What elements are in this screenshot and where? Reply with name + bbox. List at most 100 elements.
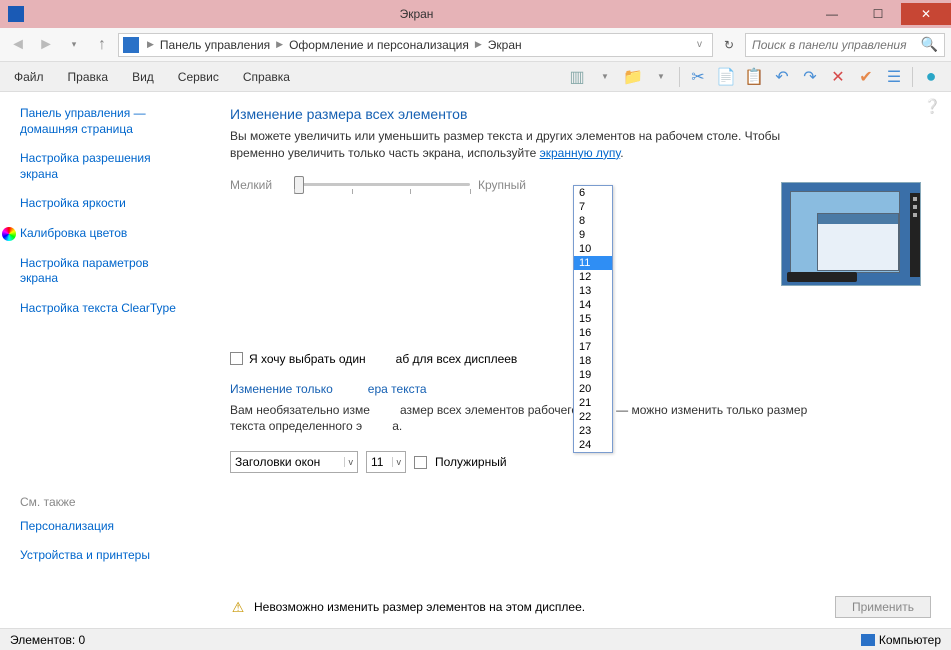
font-size-option[interactable]: 16 xyxy=(574,326,612,340)
heading-resize-all: Изменение размера всех элементов xyxy=(230,106,931,122)
font-size-value: 11 xyxy=(371,455,383,469)
menu-service[interactable]: Сервис xyxy=(174,67,223,87)
font-size-option[interactable]: 17 xyxy=(574,340,612,354)
font-size-option[interactable]: 10 xyxy=(574,242,612,256)
menu-edit[interactable]: Правка xyxy=(64,67,113,87)
breadcrumb-dropdown-icon[interactable]: v xyxy=(691,39,708,50)
statusbar: Элементов: 0 Компьютер xyxy=(0,628,951,650)
text-only-description: Вам необязательно изме азмер всех элемен… xyxy=(230,402,830,436)
chevron-right-icon: ▶ xyxy=(272,39,287,50)
slider-label-large: Крупный xyxy=(478,178,526,192)
dropdown-chevron-icon[interactable]: ▼ xyxy=(595,67,615,87)
font-size-option[interactable]: 12 xyxy=(574,270,612,284)
cut-icon[interactable]: ✂ xyxy=(688,67,708,87)
font-size-option[interactable]: 22 xyxy=(574,410,612,424)
search-input[interactable] xyxy=(752,38,921,52)
font-size-option[interactable]: 9 xyxy=(574,228,612,242)
breadcrumb-item[interactable]: Экран xyxy=(486,38,524,52)
font-size-option[interactable]: 11 xyxy=(574,256,612,270)
undo-icon[interactable]: ↶ xyxy=(772,67,792,87)
check-icon[interactable]: ✔ xyxy=(856,67,876,87)
redo-icon[interactable]: ↷ xyxy=(800,67,820,87)
copy-icon[interactable]: 📄 xyxy=(716,67,736,87)
font-size-option[interactable]: 20 xyxy=(574,382,612,396)
font-size-option[interactable]: 21 xyxy=(574,396,612,410)
window-title: Экран xyxy=(24,7,809,21)
sidebar-personalization[interactable]: Персонализация xyxy=(20,519,210,535)
apply-button[interactable]: Применить xyxy=(835,596,931,618)
nav-history-dropdown[interactable]: ▾ xyxy=(62,33,86,57)
navbar: ◄ ► ▾ ↑ ▶ Панель управления ▶ Оформление… xyxy=(0,28,951,62)
search-icon[interactable]: 🔍 xyxy=(921,36,938,53)
menu-file[interactable]: Файл xyxy=(10,67,48,87)
dropdown-chevron-icon[interactable]: ▼ xyxy=(651,67,671,87)
menu-view[interactable]: Вид xyxy=(128,67,158,87)
maximize-button[interactable]: ☐ xyxy=(855,3,901,25)
font-size-option[interactable]: 6 xyxy=(574,186,612,200)
font-size-option[interactable]: 23 xyxy=(574,424,612,438)
app-icon xyxy=(8,6,24,22)
chevron-down-icon: v xyxy=(344,457,354,467)
delete-icon[interactable]: ✕ xyxy=(828,67,848,87)
minimize-button[interactable]: — xyxy=(809,3,855,25)
sidebar-display-params[interactable]: Настройка параметровэкрана xyxy=(20,256,200,287)
warning-icon: ⚠ xyxy=(230,599,246,615)
description-text: Вы можете увеличить или уменьшить размер… xyxy=(230,128,830,162)
single-scale-checkbox[interactable] xyxy=(230,352,243,365)
magnifier-link[interactable]: экранную лупу xyxy=(540,146,621,160)
properties-icon[interactable]: ☰ xyxy=(884,67,904,87)
chevron-right-icon: ▶ xyxy=(143,39,158,50)
color-wheel-icon xyxy=(2,227,16,241)
font-size-option[interactable]: 13 xyxy=(574,284,612,298)
sidebar: Панель управления —домашняя страница Нас… xyxy=(0,92,210,628)
titlebar: Экран — ☐ ✕ xyxy=(0,0,951,28)
separator xyxy=(679,67,680,87)
font-size-option[interactable]: 15 xyxy=(574,312,612,326)
menu-help[interactable]: Справка xyxy=(239,67,294,87)
refresh-button[interactable]: ↻ xyxy=(717,33,741,57)
font-size-dropdown-list[interactable]: 6789101112131415161718192021222324 xyxy=(573,185,613,453)
status-right: Компьютер xyxy=(879,633,941,647)
globe-icon[interactable]: ● xyxy=(921,67,941,87)
font-size-option[interactable]: 24 xyxy=(574,438,612,452)
sidebar-home[interactable]: Панель управления —домашняя страница xyxy=(20,106,200,137)
folder-icon[interactable]: 📁 xyxy=(623,67,643,87)
sidebar-resolution[interactable]: Настройка разрешенияэкрана xyxy=(20,151,200,182)
nav-up-button[interactable]: ↑ xyxy=(90,33,114,57)
sidebar-devices[interactable]: Устройства и принтеры xyxy=(20,548,210,564)
sidebar-color-calibration[interactable]: Калибровка цветов xyxy=(20,226,200,242)
close-button[interactable]: ✕ xyxy=(901,3,951,25)
breadcrumb[interactable]: ▶ Панель управления ▶ Оформление и персо… xyxy=(118,33,713,57)
paste-icon[interactable]: 📋 xyxy=(744,67,764,87)
element-select-value: Заголовки окон xyxy=(235,455,320,469)
font-size-option[interactable]: 7 xyxy=(574,200,612,214)
panes-icon[interactable]: ▥ xyxy=(567,67,587,87)
preview-image xyxy=(781,182,921,286)
breadcrumb-item[interactable]: Панель управления xyxy=(158,38,272,52)
control-panel-icon xyxy=(123,37,139,53)
nav-forward-button[interactable]: ► xyxy=(34,33,58,57)
slider-label-small: Мелкий xyxy=(230,178,286,192)
font-size-option[interactable]: 8 xyxy=(574,214,612,228)
status-left: Элементов: 0 xyxy=(10,633,85,647)
menubar: Файл Правка Вид Сервис Справка ▥ ▼ 📁 ▼ ✂… xyxy=(0,62,951,92)
bold-checkbox[interactable] xyxy=(414,456,427,469)
bold-label: Полужирный xyxy=(435,455,507,469)
main-content: Изменение размера всех элементов Вы може… xyxy=(210,92,951,628)
breadcrumb-item[interactable]: Оформление и персонализация xyxy=(287,38,471,52)
font-size-option[interactable]: 14 xyxy=(574,298,612,312)
font-size-option[interactable]: 18 xyxy=(574,354,612,368)
nav-back-button[interactable]: ◄ xyxy=(6,33,30,57)
separator xyxy=(912,67,913,87)
font-size-select[interactable]: 11 v xyxy=(366,451,406,473)
chevron-down-icon: v xyxy=(392,457,402,467)
sidebar-brightness[interactable]: Настройка яркости xyxy=(20,196,200,212)
element-select[interactable]: Заголовки окон v xyxy=(230,451,358,473)
chevron-right-icon: ▶ xyxy=(471,39,486,50)
checkbox-label: Я хочу выбрать один аб для всех дисплеев xyxy=(249,352,517,366)
search-box[interactable]: 🔍 xyxy=(745,33,945,57)
see-also-header: См. также xyxy=(20,495,210,509)
font-size-option[interactable]: 19 xyxy=(574,368,612,382)
sidebar-cleartype[interactable]: Настройка текста ClearType xyxy=(20,301,200,317)
size-slider[interactable] xyxy=(294,183,470,186)
